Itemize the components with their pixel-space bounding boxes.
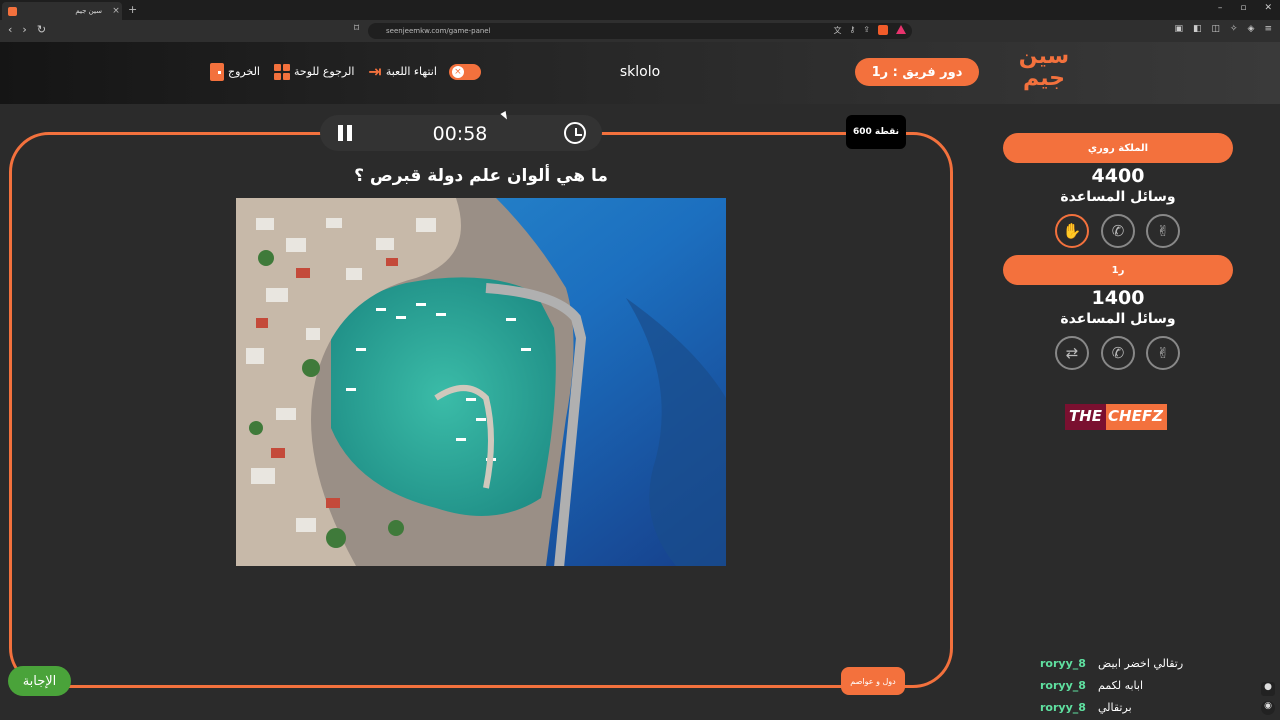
points-badge: 600 نقطة (846, 115, 906, 149)
browser-tabbar: سين جيم × + – ▫ ✕ (0, 0, 1280, 20)
team-1-two-answers-icon[interactable]: ✌ (1146, 214, 1180, 248)
end-game-button[interactable]: ⇥ انتهاء اللعبة (368, 62, 437, 81)
sponsor-logo: THE CHEFZ (1065, 404, 1169, 430)
vpn-icon[interactable]: ◈ (1248, 24, 1255, 34)
settings-icon[interactable]: ◉ (1261, 701, 1275, 715)
url-actions: 文 ⚷ ⇪ (833, 25, 906, 36)
game-header: سين جيم دور فريق : ر1 sklolo الخروج الرج… (0, 42, 1280, 104)
team-2-name: ر1 (1003, 255, 1233, 285)
chat-text: برتقالي (1098, 700, 1132, 714)
team-2-phone-icon[interactable]: ✆ (1101, 336, 1135, 370)
end-game-label: انتهاء اللعبة (385, 65, 437, 78)
board-grid-icon (274, 63, 290, 80)
reload-icon[interactable]: ↻ (37, 23, 46, 36)
favicon-icon (8, 6, 17, 16)
close-window-icon[interactable]: ✕ (1264, 3, 1272, 13)
exit-label: الخروج (228, 65, 260, 78)
bookmark-icon[interactable]: ⌑ (354, 23, 359, 34)
chat-message: roryy_8 برتقالي (1040, 696, 1240, 718)
game-name: sklolo (619, 64, 661, 80)
team-2-two-answers-icon[interactable]: ✌ (1146, 336, 1180, 370)
close-tab-icon[interactable]: × (110, 6, 122, 16)
back-icon[interactable]: ‹ (8, 23, 12, 36)
exit-button[interactable]: الخروج (210, 62, 260, 81)
menu-icon[interactable]: ≡ (1264, 24, 1272, 34)
tab-title: سين جيم (75, 7, 102, 15)
chat-text: رتقالي اخضر ابيض (1098, 656, 1184, 670)
timer-bar: 00:58 (320, 115, 602, 151)
chat-message: roryy_8 رتقالي اخضر ابيض (1040, 652, 1240, 674)
exit-icon (210, 62, 224, 81)
team-1-aids-label: وسائل المساعدة (1060, 189, 1176, 205)
answer-button[interactable]: الإجابة (8, 666, 71, 696)
logo-line1: سين (1018, 44, 1070, 69)
brave-rewards-icon[interactable] (896, 25, 906, 34)
media-icon[interactable]: ▣ (1174, 24, 1183, 34)
url-bar[interactable]: seenjeemkw.com/game-panel 文 ⚷ ⇪ (368, 23, 912, 39)
window-controls: – ▫ ✕ (1218, 3, 1272, 13)
team-2-swap-call-icon[interactable]: ⇄ (1055, 336, 1089, 370)
brave-shield-icon[interactable] (878, 25, 888, 35)
team-2-score: 1400 (1091, 287, 1145, 309)
browser-toolbar: ‹ › ↻ ⌑ seenjeemkw.com/game-panel 文 ⚷ ⇪ … (0, 20, 1280, 42)
translate-icon[interactable]: 文 (833, 25, 841, 36)
chat-username: roryy_8 (1040, 656, 1086, 670)
team-1-phone-icon[interactable]: ✆ (1101, 214, 1135, 248)
team-1-score: 4400 (1091, 165, 1145, 187)
forward-icon[interactable]: › (22, 23, 26, 36)
logo-line2: جيم (1022, 66, 1066, 91)
chat-feed: roryy_8 رتقالي اخضر ابيض roryy_8 ابابه ل… (1040, 652, 1240, 718)
question-image (236, 198, 726, 566)
timer-display: 00:58 (432, 123, 488, 145)
team-1-hand-icon[interactable]: ✋ (1055, 214, 1089, 248)
chat-username: roryy_8 (1040, 700, 1086, 714)
pause-button[interactable] (338, 125, 352, 141)
key-icon[interactable]: ⚷ (849, 25, 855, 36)
sponsor-part2: CHEFZ (1106, 404, 1167, 430)
share-icon[interactable]: ⇪ (863, 25, 870, 36)
team-1-name: الملكة روري (1003, 133, 1233, 163)
team-turn-badge: دور فريق : ر1 (855, 58, 979, 86)
wallet-icon[interactable]: ◫ (1211, 24, 1220, 34)
reset-timer-icon[interactable] (564, 122, 586, 144)
back-to-board-label: الرجوع للوحة (294, 65, 355, 78)
browser-tab[interactable]: سين جيم × (2, 2, 122, 20)
sound-toggle[interactable] (448, 63, 481, 80)
minimize-icon[interactable]: – (1218, 3, 1223, 13)
url-text: seenjeemkw.com/game-panel (386, 27, 491, 35)
header-actions: الخروج الرجوع للوحة ⇥ انتهاء اللعبة (210, 62, 481, 81)
question-text: ما هي ألوان علم دولة قبرص ؟ (354, 166, 608, 186)
logo: سين جيم (1016, 46, 1072, 98)
chat-text: ابابه لكمم (1098, 678, 1144, 692)
nav-buttons: ‹ › ↻ (8, 23, 46, 36)
end-game-icon: ⇥ (368, 62, 382, 81)
category-badge: دول و عواصم (841, 667, 905, 695)
new-tab-button[interactable]: + (128, 3, 137, 16)
chat-message: roryy_8 ابابه لكمم (1040, 674, 1240, 696)
sidebar-icon[interactable]: ◧ (1193, 24, 1202, 34)
restore-icon[interactable]: ▫ (1240, 3, 1246, 13)
browser-extensions: ▣ ◧ ◫ ✧ ◈ ≡ (1174, 24, 1272, 34)
microphone-icon[interactable]: ● (1261, 682, 1275, 696)
leo-icon[interactable]: ✧ (1230, 24, 1238, 34)
sponsor-part1: THE (1065, 404, 1107, 430)
harbor-aerial-image (236, 198, 726, 566)
chat-username: roryy_8 (1040, 678, 1086, 692)
team-2-aids-label: وسائل المساعدة (1060, 311, 1176, 327)
back-to-board-button[interactable]: الرجوع للوحة (274, 63, 355, 80)
